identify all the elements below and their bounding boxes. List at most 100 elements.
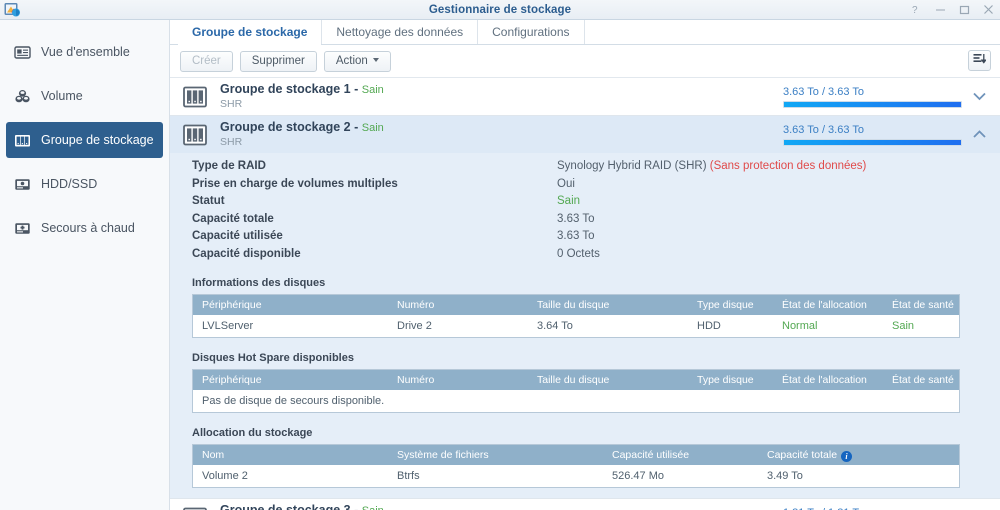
detail-value: Synology Hybrid RAID (SHR) (Sans protect… [557,158,866,176]
capacity-text: 1.81 To / 1.81 To [783,507,962,510]
storage-pool-row[interactable]: Groupe de stockage 3 - Sain SHR 1.81 To … [170,499,1000,510]
status-badge: Sain [362,505,384,510]
sidebar-item-label: Vue d'ensemble [41,45,130,59]
storage-pool-icon [182,85,208,109]
storage-pool-capacity: 3.63 To / 3.63 To [783,124,968,146]
disk-icon [14,176,31,193]
chevron-down-icon[interactable] [968,92,990,101]
storage-pool-header[interactable]: Groupe de stockage 1 - Sain SHR 3.63 To … [170,78,1000,115]
tab-bar: Groupe de stockage Nettoyage des données… [170,20,1000,45]
help-icon[interactable]: ? [911,4,922,15]
action-button[interactable]: Action [324,51,391,72]
storage-pool-separator: - [354,120,358,134]
table-header-row: Périphérique Numéro Taille du disque Typ… [193,370,959,390]
hot-spare-table: Périphérique Numéro Taille du disque Typ… [192,369,960,413]
column-header-used: Capacité utilisée [603,449,758,461]
sidebar-item-volume[interactable]: Volume [6,78,163,114]
capacity-text: 3.63 To / 3.63 To [783,86,962,98]
storage-pool-titles: Groupe de stockage 2 - Sain SHR [220,120,783,149]
detail-used-capacity: Capacité utilisée 3.63 To [170,228,1000,246]
storage-pool-titles: Groupe de stockage 1 - Sain SHR [220,82,783,111]
storage-pool-name: Groupe de stockage 2 [220,120,351,134]
storage-pool-row[interactable]: Groupe de stockage 2 - Sain SHR 3.63 To … [170,116,1000,499]
storage-pool-header[interactable]: Groupe de stockage 2 - Sain SHR 3.63 To … [170,116,1000,153]
column-header-disk-type: Type disque [688,299,773,311]
storage-pool-separator: - [354,82,358,96]
toolbar-right [968,50,991,71]
hot-spare-empty-message: Pas de disque de secours disponible. [193,390,959,412]
detail-total-capacity: Capacité totale 3.63 To [170,211,1000,229]
column-header-filesystem: Système de fichiers [388,449,603,461]
sidebar-item-label: Groupe de stockage [41,133,154,147]
volume-icon [14,88,31,105]
detail-label: Capacité totale [192,211,557,229]
storage-pool-row[interactable]: Groupe de stockage 1 - Sain SHR 3.63 To … [170,78,1000,116]
column-header-allocation: État de l'allocation [773,299,883,311]
create-button[interactable]: Créer [180,51,233,72]
tab-label: Groupe de stockage [192,25,307,39]
storage-pool-details: Type de RAID Synology Hybrid RAID (SHR) … [170,153,1000,498]
tab-data-scrubbing[interactable]: Nettoyage des données [322,20,478,44]
detail-value: 3.63 To [557,228,595,246]
storage-pool-titles: Groupe de stockage 3 - Sain SHR [220,503,783,510]
storage-pool-icon [14,132,31,149]
sidebar-item-hdd-ssd[interactable]: HDD/SSD [6,166,163,202]
cell-used: 526.47 Mo [603,470,758,482]
tab-storage-pool[interactable]: Groupe de stockage [178,20,322,44]
sidebar-item-overview[interactable]: Vue d'ensemble [6,34,163,70]
storage-manager-window: Gestionnaire de stockage ? [0,0,1000,510]
minimize-icon[interactable] [935,4,946,15]
storage-pool-icon [182,506,208,510]
info-icon[interactable]: i [841,451,852,462]
detail-label: Type de RAID [192,158,557,176]
hot-spare-icon [14,220,31,237]
sort-list-button[interactable] [968,50,991,71]
storage-pool-list[interactable]: Groupe de stockage 1 - Sain SHR 3.63 To … [170,77,1000,510]
table-row[interactable]: Volume 2 Btrfs 526.47 Mo 3.49 To [193,465,959,487]
status-badge: Sain [362,122,384,134]
toolbar: Créer Supprimer Action [170,45,1000,77]
storage-pool-capacity: 3.63 To / 3.63 To [783,86,968,108]
chevron-down-icon [373,58,379,62]
column-header-health: État de santé [883,374,959,386]
table-header-row: Périphérique Numéro Taille du disque Typ… [193,295,959,315]
close-icon[interactable] [983,4,994,15]
action-button-label: Action [336,55,368,67]
detail-value: 0 Octets [557,246,600,264]
capacity-bar [783,139,962,146]
detail-value-note: (Sans protection des données) [710,160,867,172]
cell-volume-name: Volume 2 [193,470,388,482]
cell-disk-size: 3.64 To [528,320,688,332]
detail-raid-type: Type de RAID Synology Hybrid RAID (SHR) … [170,158,1000,176]
capacity-bar-fill [784,102,961,107]
column-header-total: Capacité totalei [758,449,959,462]
disk-info-section-title: Informations des disques [192,277,1000,289]
allocation-section-title: Allocation du stockage [192,427,1000,439]
capacity-bar [783,101,962,108]
detail-value-text: Synology Hybrid RAID (SHR) [557,160,707,172]
sidebar-item-label: HDD/SSD [41,177,97,191]
cell-number: Drive 2 [388,320,528,332]
sort-list-icon [973,53,986,68]
detail-available-capacity: Capacité disponible 0 Octets [170,246,1000,264]
storage-pool-header[interactable]: Groupe de stockage 3 - Sain SHR 1.81 To … [170,499,1000,510]
maximize-icon[interactable] [959,4,970,15]
storage-pool-raid-type: SHR [220,98,783,111]
sidebar-item-storage-pool[interactable]: Groupe de stockage [6,122,163,158]
storage-allocation-table: Nom Système de fichiers Capacité utilisé… [192,444,960,488]
storage-pool-capacity: 1.81 To / 1.81 To [783,507,968,510]
table-row[interactable]: LVLServer Drive 2 3.64 To HDD Normal Sai… [193,315,959,337]
sidebar-item-hot-spare[interactable]: Secours à chaud [6,210,163,246]
tab-configurations[interactable]: Configurations [478,20,584,44]
window-controls: ? [911,0,994,19]
storage-pool-title: Groupe de stockage 2 - Sain [220,120,783,135]
detail-value: 3.63 To [557,211,595,229]
delete-button[interactable]: Supprimer [240,51,317,72]
capacity-bar-fill [784,140,961,145]
detail-label: Capacité utilisée [192,228,557,246]
window-title: Gestionnaire de stockage [0,4,1000,16]
chevron-up-icon[interactable] [968,130,990,139]
column-header-device: Périphérique [193,299,388,311]
column-header-allocation: État de l'allocation [773,374,883,386]
column-header-disk-type: Type disque [688,374,773,386]
